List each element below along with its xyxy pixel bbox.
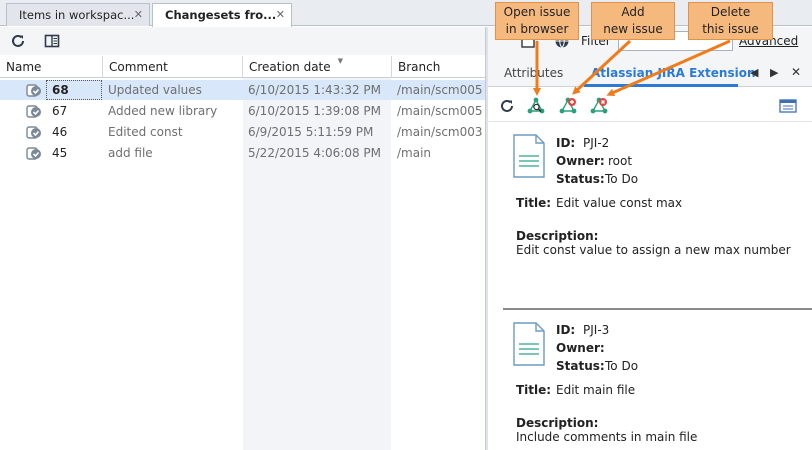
issue-owner-label: Owner: — [556, 341, 605, 355]
tab-label: Changesets fro... — [165, 8, 277, 22]
issue-id: PJI-2 — [583, 136, 610, 150]
column-header-name[interactable]: Name — [0, 56, 103, 78]
changeset-comment: add file — [108, 146, 153, 160]
changeset-name: 46 — [52, 125, 68, 139]
table-row[interactable]: 68 Updated values 6/10/2015 1:43:32 PM /… — [0, 80, 485, 100]
issue-id-label: ID: — [556, 136, 576, 150]
issue-status-label: Status: — [556, 172, 605, 186]
issue-description: Edit const value to assign a new max num… — [516, 243, 791, 257]
extension-tab-bar: Attributes Atlassian JIRA Extension ◀ ▶ … — [488, 60, 812, 87]
issue-owner-label: Owner: — [556, 154, 605, 168]
add-issue-icon[interactable] — [558, 96, 578, 116]
tab-label: Items in workspac... — [19, 8, 135, 22]
changeset-icon — [26, 105, 41, 118]
changeset-comment: Edited const — [108, 125, 183, 139]
changeset-date: 5/22/2015 4:06:08 PM — [248, 146, 382, 160]
issue-id-label: ID: — [556, 323, 576, 337]
changeset-icon — [26, 126, 41, 139]
changeset-branch: /main/scm005 — [397, 83, 483, 97]
issue-description: Include comments in main file — [516, 430, 698, 444]
table-header: Name Comment Creation date ▼ Branch — [0, 56, 485, 78]
changeset-name: 68 — [52, 83, 69, 97]
table-row[interactable]: 46 Edited const 6/9/2015 5:11:59 PM /mai… — [0, 122, 485, 142]
changeset-date: 6/9/2015 5:11:59 PM — [248, 125, 374, 139]
changeset-icon — [26, 147, 41, 160]
changeset-icon — [26, 84, 41, 97]
changeset-name: 67 — [52, 104, 68, 118]
issue-title: Edit value const max — [556, 196, 683, 210]
issue-status: To Do — [605, 172, 639, 186]
issue-description-label: Description: — [516, 416, 599, 430]
issue-document-icon — [513, 322, 545, 366]
issue-card[interactable]: ID: PJI-3 Owner: Status: To Do Title: Ed… — [488, 310, 812, 450]
changesets-toolbar — [0, 27, 485, 55]
issue-description-label: Description: — [516, 229, 599, 243]
tab-scroll-left-icon[interactable]: ◀ — [750, 66, 758, 79]
issue-card[interactable]: ID: PJI-2 Owner: root Status: To Do Titl… — [488, 122, 812, 317]
issue-title-label: Title: — [516, 196, 552, 210]
close-icon[interactable]: ✕ — [134, 8, 143, 21]
delete-issue-icon[interactable] — [589, 96, 609, 116]
issue-owner: root — [608, 154, 633, 168]
changeset-branch: /main — [397, 146, 432, 160]
active-tab-indicator — [584, 84, 738, 87]
changesets-table: Name Comment Creation date ▼ Branch 68 Up… — [0, 56, 485, 450]
close-panel-icon[interactable]: ✕ — [791, 65, 801, 79]
changeset-branch: /main/scm005 — [397, 104, 483, 118]
tab-scroll-right-icon[interactable]: ▶ — [770, 66, 778, 79]
refresh-icon[interactable] — [8, 31, 28, 51]
split-view-icon[interactable] — [42, 31, 62, 51]
issue-title: Edit main file — [556, 383, 636, 397]
changeset-name: 45 — [52, 146, 68, 160]
tab-atlassian-jira-extension[interactable]: Atlassian JIRA Extension — [591, 66, 755, 80]
issue-status-label: Status: — [556, 359, 605, 373]
view-options-icon[interactable] — [778, 96, 798, 116]
tab-attributes[interactable]: Attributes — [504, 66, 563, 80]
sort-descending-icon: ▼ — [337, 57, 343, 65]
refresh-icon[interactable] — [497, 96, 517, 116]
column-header-creation-date[interactable]: Creation date ▼ — [243, 56, 392, 78]
changeset-comment: Updated values — [108, 83, 202, 97]
table-row[interactable]: 67 Added new library 6/10/2015 1:39:08 P… — [0, 101, 485, 121]
changeset-branch: /main/scm003 — [397, 125, 483, 139]
close-icon[interactable]: ✕ — [276, 8, 285, 21]
issue-id: PJI-3 — [583, 323, 610, 337]
issue-document-icon — [513, 134, 545, 178]
jira-issues-list: ID: PJI-2 Owner: root Status: To Do Titl… — [488, 122, 812, 450]
callout-delete-issue: Delete this issue — [688, 2, 773, 40]
changeset-date: 6/10/2015 1:43:32 PM — [248, 83, 382, 97]
open-issue-in-browser-icon[interactable] — [526, 96, 546, 116]
issue-status: To Do — [605, 359, 639, 373]
issue-title-label: Title: — [516, 383, 552, 397]
callout-open-issue: Open issue in browser — [495, 2, 579, 40]
tab-changesets[interactable]: Changesets fro... ✕ — [152, 3, 292, 27]
tab-items-in-workspace[interactable]: Items in workspac... ✕ — [6, 3, 150, 26]
changeset-comment: Added new library — [108, 104, 218, 118]
changeset-date: 6/10/2015 1:39:08 PM — [248, 104, 382, 118]
column-header-comment[interactable]: Comment — [103, 56, 243, 78]
jira-toolbar — [488, 88, 812, 122]
column-header-branch[interactable]: Branch — [392, 56, 485, 78]
callout-add-issue: Add new issue — [591, 2, 675, 40]
table-row[interactable]: 45 add file 5/22/2015 4:06:08 PM /main — [0, 143, 485, 163]
